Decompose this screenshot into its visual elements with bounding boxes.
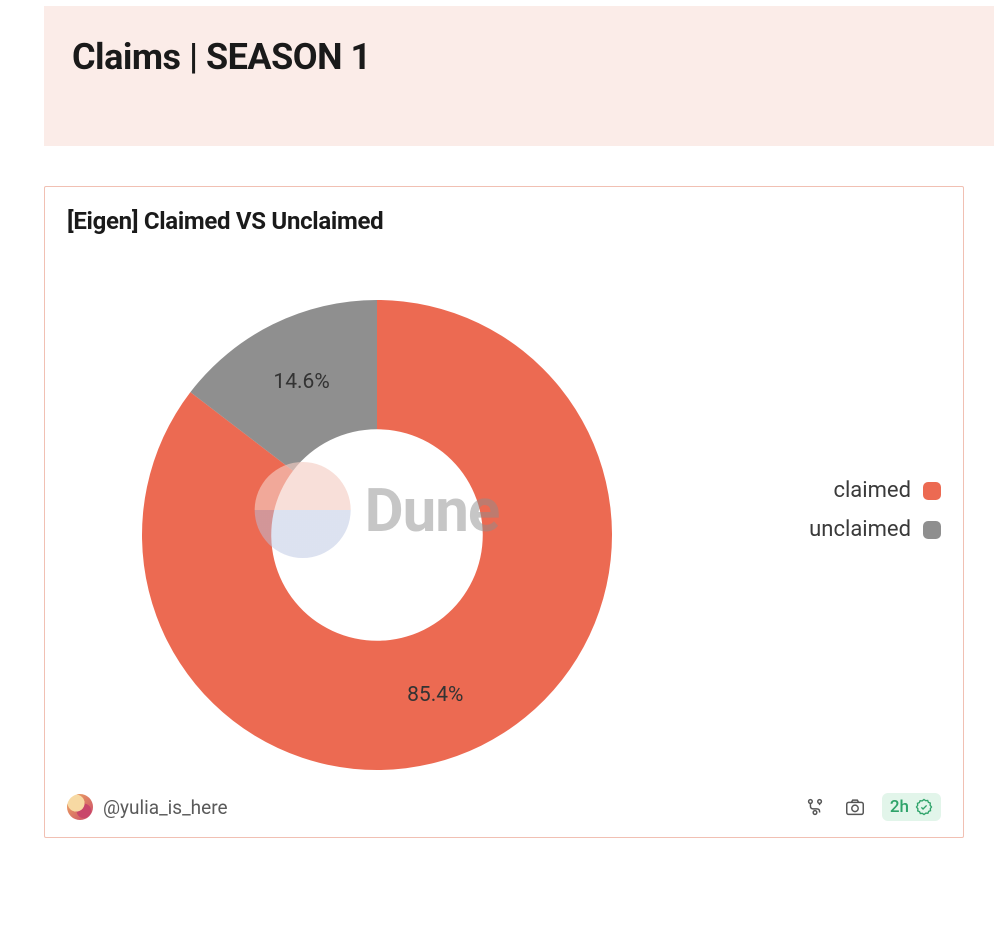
- legend-item-claimed[interactable]: claimed: [727, 478, 941, 503]
- author-link[interactable]: @yulia_is_here: [67, 794, 228, 820]
- slice-label-claimed: 85.4%: [407, 683, 463, 707]
- footer-actions: 2h: [802, 793, 941, 821]
- section-title: Claims | SEASON 1: [72, 36, 966, 78]
- last-refreshed-badge[interactable]: 2h: [882, 793, 941, 821]
- chart-title: [Eigen] Claimed VS Unclaimed: [67, 207, 941, 235]
- slice-label-unclaimed: 14.6%: [273, 370, 329, 394]
- refresh-age: 2h: [890, 797, 909, 817]
- legend-swatch: [923, 482, 941, 500]
- donut-svg: [67, 245, 687, 775]
- verified-badge-icon: [915, 798, 933, 816]
- camera-icon[interactable]: [842, 794, 868, 820]
- legend-swatch: [923, 521, 941, 539]
- author-handle: @yulia_is_here: [103, 796, 228, 819]
- author-avatar: [67, 794, 93, 820]
- card-footer: @yulia_is_here 2h: [67, 793, 941, 821]
- fork-icon[interactable]: [802, 794, 828, 820]
- chart-row: Dune 14.6%85.4% claimedunclaimed: [67, 245, 941, 775]
- chart-card: [Eigen] Claimed VS Unclaimed Dune 14.6%8…: [44, 186, 964, 838]
- legend-item-unclaimed[interactable]: unclaimed: [727, 517, 941, 542]
- section-header: Claims | SEASON 1: [44, 6, 994, 146]
- legend: claimed unclaimed: [727, 478, 941, 542]
- legend-item-label: unclaimed: [809, 517, 911, 542]
- legend-item-label: claimed: [833, 478, 911, 503]
- donut-chart[interactable]: Dune 14.6%85.4%: [67, 245, 687, 775]
